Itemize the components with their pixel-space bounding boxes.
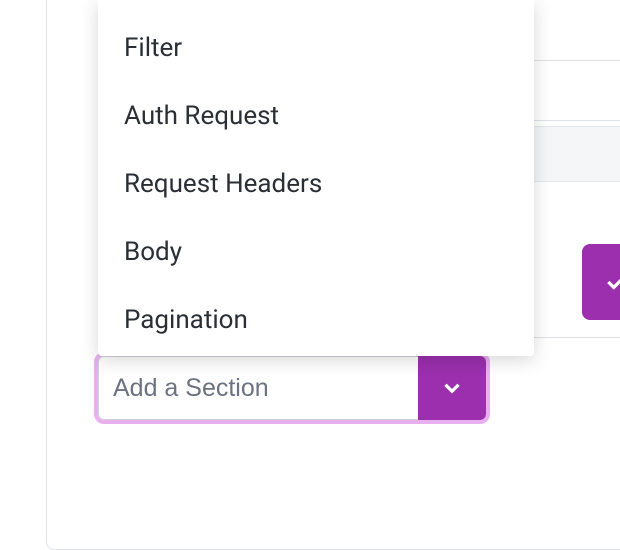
dropdown-item-label: Request Headers: [124, 169, 322, 199]
dropdown-item-pagination[interactable]: Pagination: [98, 286, 534, 354]
dropdown-item-label: Auth Request: [124, 101, 279, 131]
dropdown-item-auth-request[interactable]: Auth Request: [98, 82, 534, 150]
dropdown-item-label: Pagination: [124, 305, 248, 335]
add-section-dropdown: Filter Auth Request Request Headers Body…: [98, 0, 534, 356]
dropdown-item-label: Body: [124, 237, 182, 267]
add-section-input[interactable]: [98, 356, 418, 420]
save-button[interactable]: [582, 244, 620, 320]
dropdown-item-body[interactable]: Body: [98, 218, 534, 286]
dropdown-item-request-headers[interactable]: Request Headers: [98, 150, 534, 218]
chevron-down-icon: [439, 375, 465, 401]
add-section-combobox: [98, 356, 486, 420]
dropdown-item-label: Filter: [124, 33, 182, 63]
add-section-toggle[interactable]: [418, 356, 486, 420]
check-icon: [604, 269, 620, 295]
dropdown-item-filter[interactable]: Filter: [98, 14, 534, 82]
